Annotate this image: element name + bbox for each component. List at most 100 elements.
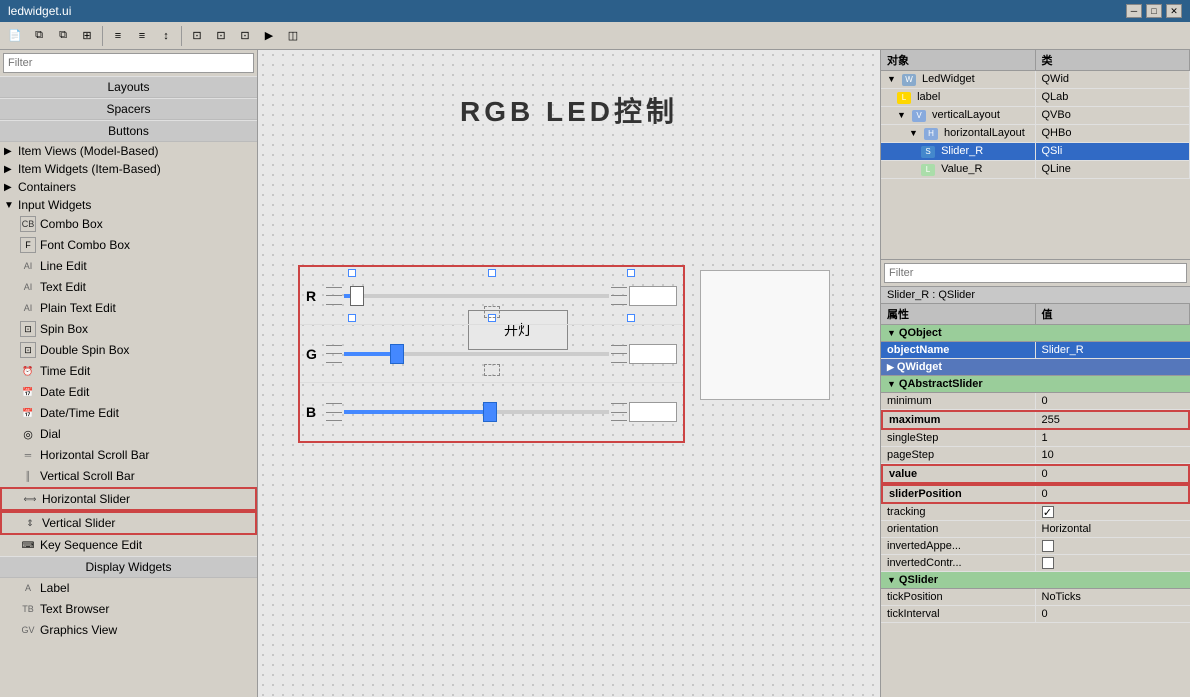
- toolbar-preview[interactable]: ▶: [258, 25, 280, 47]
- toolbar-align2[interactable]: ≡: [131, 25, 153, 47]
- sidebar-item-vslider[interactable]: ⇕ Vertical Slider: [0, 511, 257, 535]
- toolbar-copy2[interactable]: ⧉: [52, 25, 74, 47]
- sidebar-item-spinbox[interactable]: ⊡ Spin Box: [0, 319, 257, 340]
- sidebar-item-combobox[interactable]: CB Combo Box: [0, 214, 257, 235]
- canvas-title: RGB LED控制: [298, 90, 840, 130]
- b-track[interactable]: [344, 402, 609, 422]
- sidebar-item-doublespinbox[interactable]: ⊡ Double Spin Box: [0, 340, 257, 361]
- props-filter: [881, 260, 1190, 287]
- canvas-area[interactable]: RGB LED控制 开灯: [258, 50, 880, 697]
- prop-pagestep-row[interactable]: pageStep 10: [881, 447, 1190, 464]
- item-widgets-header[interactable]: ▶ Item Widgets (Item-Based): [0, 160, 257, 178]
- invertedcontr-checkbox[interactable]: [1042, 557, 1054, 569]
- spacers-category[interactable]: Spacers: [0, 98, 257, 120]
- buttons-category[interactable]: Buttons: [0, 120, 257, 142]
- minimize-button[interactable]: ─: [1126, 4, 1142, 18]
- maximize-button[interactable]: □: [1146, 4, 1162, 18]
- toolbar-layout1[interactable]: ⊡: [186, 25, 208, 47]
- sidebar-item-timeedit[interactable]: ⏰ Time Edit: [0, 361, 257, 382]
- b-ticks-right: [611, 403, 627, 421]
- filter-box: [0, 50, 257, 76]
- tree-item-ledwidget[interactable]: ▼ W LedWidget QWid: [881, 71, 1190, 89]
- g-value-input[interactable]: [629, 344, 677, 364]
- g-track[interactable]: [344, 344, 609, 364]
- invertedappe-checkbox[interactable]: [1042, 540, 1054, 552]
- sidebar-item-plaintextedit[interactable]: AI Plain Text Edit: [0, 298, 257, 319]
- sidebar-item-vscrollbar[interactable]: ║ Vertical Scroll Bar: [0, 466, 257, 487]
- toolbar-layout3[interactable]: ⊡: [234, 25, 256, 47]
- toolbar-new[interactable]: 📄: [4, 25, 26, 47]
- prop-sliderpos-row[interactable]: sliderPosition 0: [881, 484, 1190, 504]
- r-slider-handle[interactable]: [350, 286, 364, 306]
- prop-minimum-name: minimum: [881, 393, 1036, 409]
- prop-tickinterval-row[interactable]: tickInterval 0: [881, 606, 1190, 623]
- tree-item-vlayout[interactable]: ▼ V verticalLayout QVBo: [881, 107, 1190, 125]
- props-header: 属性 值: [881, 304, 1190, 325]
- r-track[interactable]: [344, 286, 609, 306]
- sidebar-item-hscrollbar[interactable]: ═ Horizontal Scroll Bar: [0, 445, 257, 466]
- display-widgets-category[interactable]: Display Widgets: [0, 556, 257, 578]
- vscrollbar-icon: ║: [20, 468, 36, 484]
- props-filter-input[interactable]: [884, 263, 1187, 283]
- prop-objectname-row[interactable]: objectName Slider_R: [881, 342, 1190, 359]
- vlayout-name: verticalLayout: [932, 109, 1000, 121]
- textbrowser-label: Text Browser: [40, 602, 109, 616]
- prop-minimum-row[interactable]: minimum 0: [881, 393, 1190, 410]
- item-views-header[interactable]: ▶ Item Views (Model-Based): [0, 142, 257, 160]
- sidebar-item-keyseq[interactable]: ⌨ Key Sequence Edit: [0, 535, 257, 556]
- sidebar-item-textbrowser[interactable]: TB Text Browser: [0, 599, 257, 620]
- filter-input[interactable]: [3, 53, 254, 73]
- label-icon: A: [20, 580, 36, 596]
- prop-invertedappe-row[interactable]: invertedAppe...: [881, 538, 1190, 555]
- b-value-input[interactable]: [629, 402, 677, 422]
- prop-maximum-row[interactable]: maximum 255: [881, 410, 1190, 430]
- toolbar-layout2[interactable]: ⊡: [210, 25, 232, 47]
- prop-orientation-row[interactable]: orientation Horizontal: [881, 521, 1190, 538]
- ledwidget-icon: W: [902, 74, 916, 86]
- props-table: 属性 值 ▼ QObject objectName Slider_R ▶ QWi…: [881, 304, 1190, 697]
- tree-item-hlayout[interactable]: ▼ H horizontalLayout QHBo: [881, 125, 1190, 143]
- label-item-label: Label: [40, 581, 69, 595]
- sidebar-item-textedit[interactable]: AI Text Edit: [0, 277, 257, 298]
- tree-item-value-r[interactable]: L Value_R QLine: [881, 161, 1190, 179]
- tree-item-slider-r[interactable]: S Slider_R QSli: [881, 143, 1190, 161]
- toolbar-settings[interactable]: ◫: [282, 25, 304, 47]
- prop-invertedcontr-row[interactable]: invertedContr...: [881, 555, 1190, 572]
- input-widgets-header[interactable]: ▼ Input Widgets: [0, 196, 257, 214]
- prop-singlestep-row[interactable]: singleStep 1: [881, 430, 1190, 447]
- tree-cell-hlayout-name: ▼ H horizontalLayout: [881, 125, 1036, 142]
- sidebar-item-fontcombobox[interactable]: F Font Combo Box: [0, 235, 257, 256]
- item-widgets-label: Item Widgets (Item-Based): [18, 162, 161, 176]
- b-slider-handle[interactable]: [483, 402, 497, 422]
- prop-invertedcontr-name: invertedContr...: [881, 555, 1036, 571]
- prop-value-row[interactable]: value 0: [881, 464, 1190, 484]
- tree-item-label[interactable]: L label QLab: [881, 89, 1190, 107]
- r-value-input[interactable]: [629, 286, 677, 306]
- containers-header[interactable]: ▶ Containers: [0, 178, 257, 196]
- prop-maximum-name: maximum: [883, 412, 1036, 428]
- prop-singlestep-name: singleStep: [881, 430, 1036, 446]
- sidebar-item-dateedit[interactable]: 📅 Date Edit: [0, 382, 257, 403]
- toolbar-grid[interactable]: ⊞: [76, 25, 98, 47]
- sidebar-item-lineedit[interactable]: AI Line Edit: [0, 256, 257, 277]
- layouts-category[interactable]: Layouts: [0, 76, 257, 98]
- g-slider-handle[interactable]: [390, 344, 404, 364]
- label-item-icon: L: [897, 92, 911, 104]
- sidebar-item-hslider[interactable]: ⟺ Horizontal Slider: [0, 487, 257, 511]
- tracking-checkbox[interactable]: ✓: [1042, 506, 1054, 518]
- prop-tracking-row[interactable]: tracking ✓: [881, 504, 1190, 521]
- toolbar-align3[interactable]: ↕: [155, 25, 177, 47]
- prop-tickposition-row[interactable]: tickPosition NoTicks: [881, 589, 1190, 606]
- prop-invertedcontr-value: [1036, 555, 1190, 571]
- toolbar-align1[interactable]: ≡: [107, 25, 129, 47]
- sidebar-item-datetimeedit[interactable]: 📅 Date/Time Edit: [0, 403, 257, 424]
- sidebar-item-label[interactable]: A Label: [0, 578, 257, 599]
- sidebar-item-graphicsview[interactable]: GV Graphics View: [0, 620, 257, 641]
- close-button[interactable]: ✕: [1166, 4, 1182, 18]
- sidebar-item-dial[interactable]: ◎ Dial: [0, 424, 257, 445]
- r-label: R: [306, 288, 324, 304]
- prop-sliderpos-name: sliderPosition: [883, 486, 1036, 502]
- toolbar-copy1[interactable]: ⧉: [28, 25, 50, 47]
- handle-tl: [348, 269, 356, 277]
- left-panel: Layouts Spacers Buttons ▶ Item Views (Mo…: [0, 50, 258, 697]
